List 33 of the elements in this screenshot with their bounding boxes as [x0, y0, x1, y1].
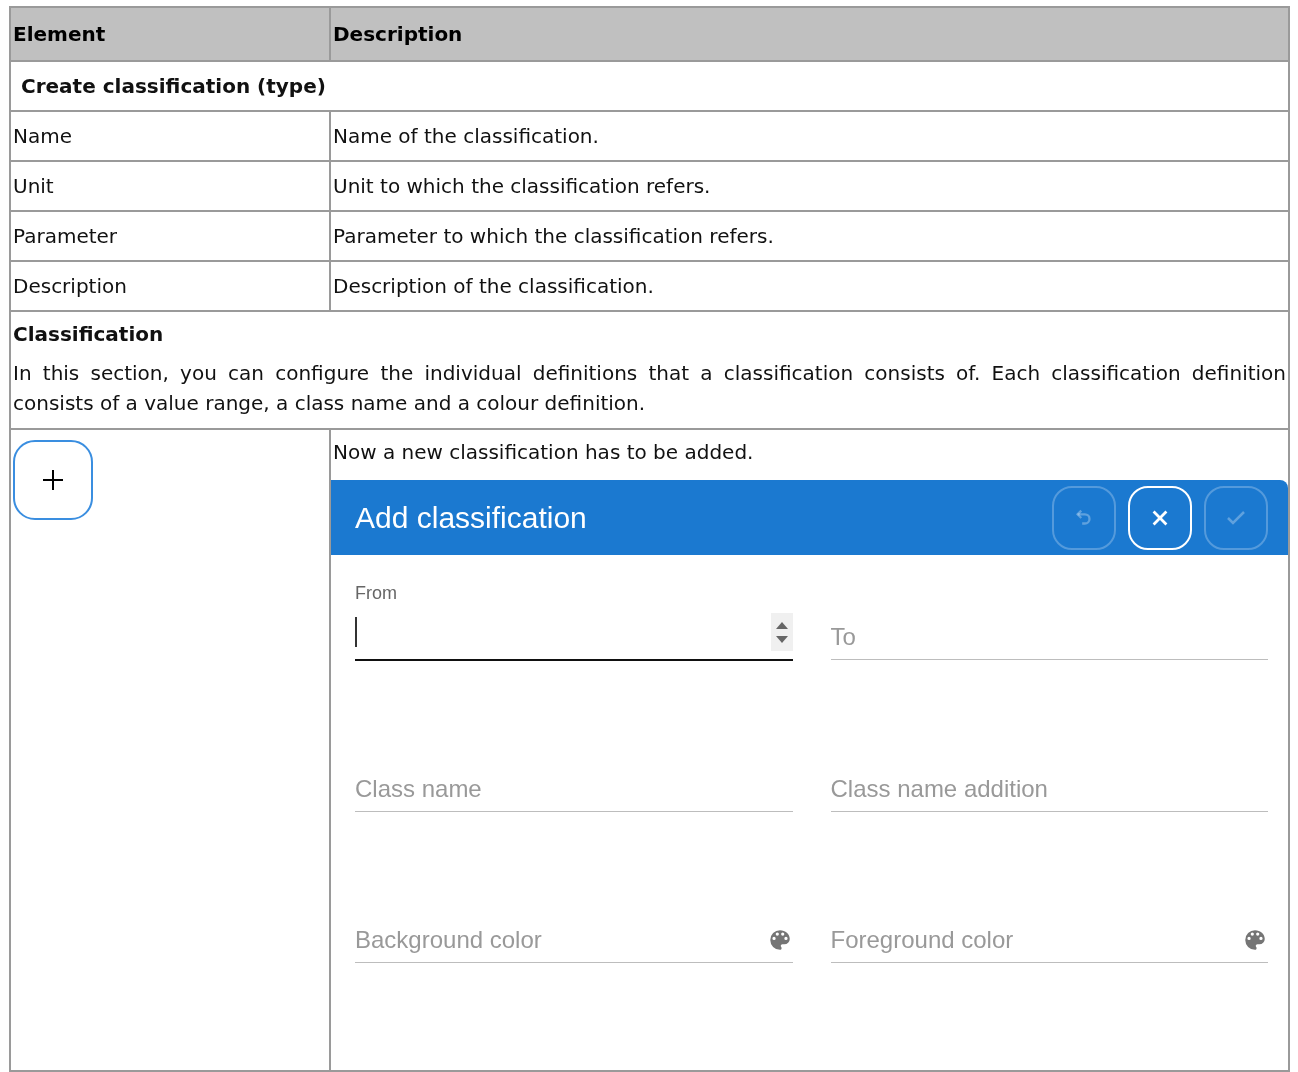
table-cell: Name of the classification.	[330, 111, 1289, 161]
field-placeholder: Foreground color	[830, 926, 1014, 954]
palette-icon	[1242, 927, 1268, 953]
section-title: Classification	[13, 321, 165, 348]
table-cell: Unit to which the classification refers.	[330, 161, 1289, 211]
add-button[interactable]	[13, 440, 93, 520]
text-cursor	[355, 617, 357, 647]
table-cell: Parameter to which the classification refers.	[330, 211, 1289, 261]
table-cell: Unit	[10, 161, 330, 211]
table-cell: Create classification (type)	[10, 61, 1289, 111]
input-field[interactable]: From	[355, 579, 793, 661]
close-button[interactable]	[1128, 485, 1192, 550]
plus-icon	[41, 468, 65, 492]
input-field[interactable]: To	[830, 579, 1268, 660]
field-placeholder: Background color	[355, 926, 542, 954]
dialog-title: Add classification	[355, 500, 588, 535]
field-placeholder: To	[830, 623, 856, 651]
section-text: In this section, you can configure the individual definitions that a classification consists of. Each classification definition consists of a value range, a class name and a colour definition.	[13, 360, 1286, 417]
field-label: From	[355, 583, 397, 604]
field-placeholder: Class name	[355, 775, 482, 803]
input-field[interactable]: Background color	[355, 882, 793, 963]
table-cell-text: Now a new classification has to be added.	[332, 439, 755, 466]
column-header: Element	[10, 7, 330, 61]
input-field[interactable]: Class name addition	[830, 731, 1268, 812]
table-cell: Name	[10, 111, 330, 161]
input-field[interactable]: Foreground color	[830, 882, 1268, 963]
spinner-icon[interactable]	[770, 613, 793, 651]
column-header: Description	[330, 7, 1289, 61]
table-cell: Description	[10, 261, 330, 311]
table-cell: Description of the classification.	[330, 261, 1289, 311]
input-field[interactable]: Class name	[355, 731, 793, 812]
table-cell: Parameter	[10, 211, 330, 261]
field-placeholder: Class name addition	[830, 775, 1048, 803]
